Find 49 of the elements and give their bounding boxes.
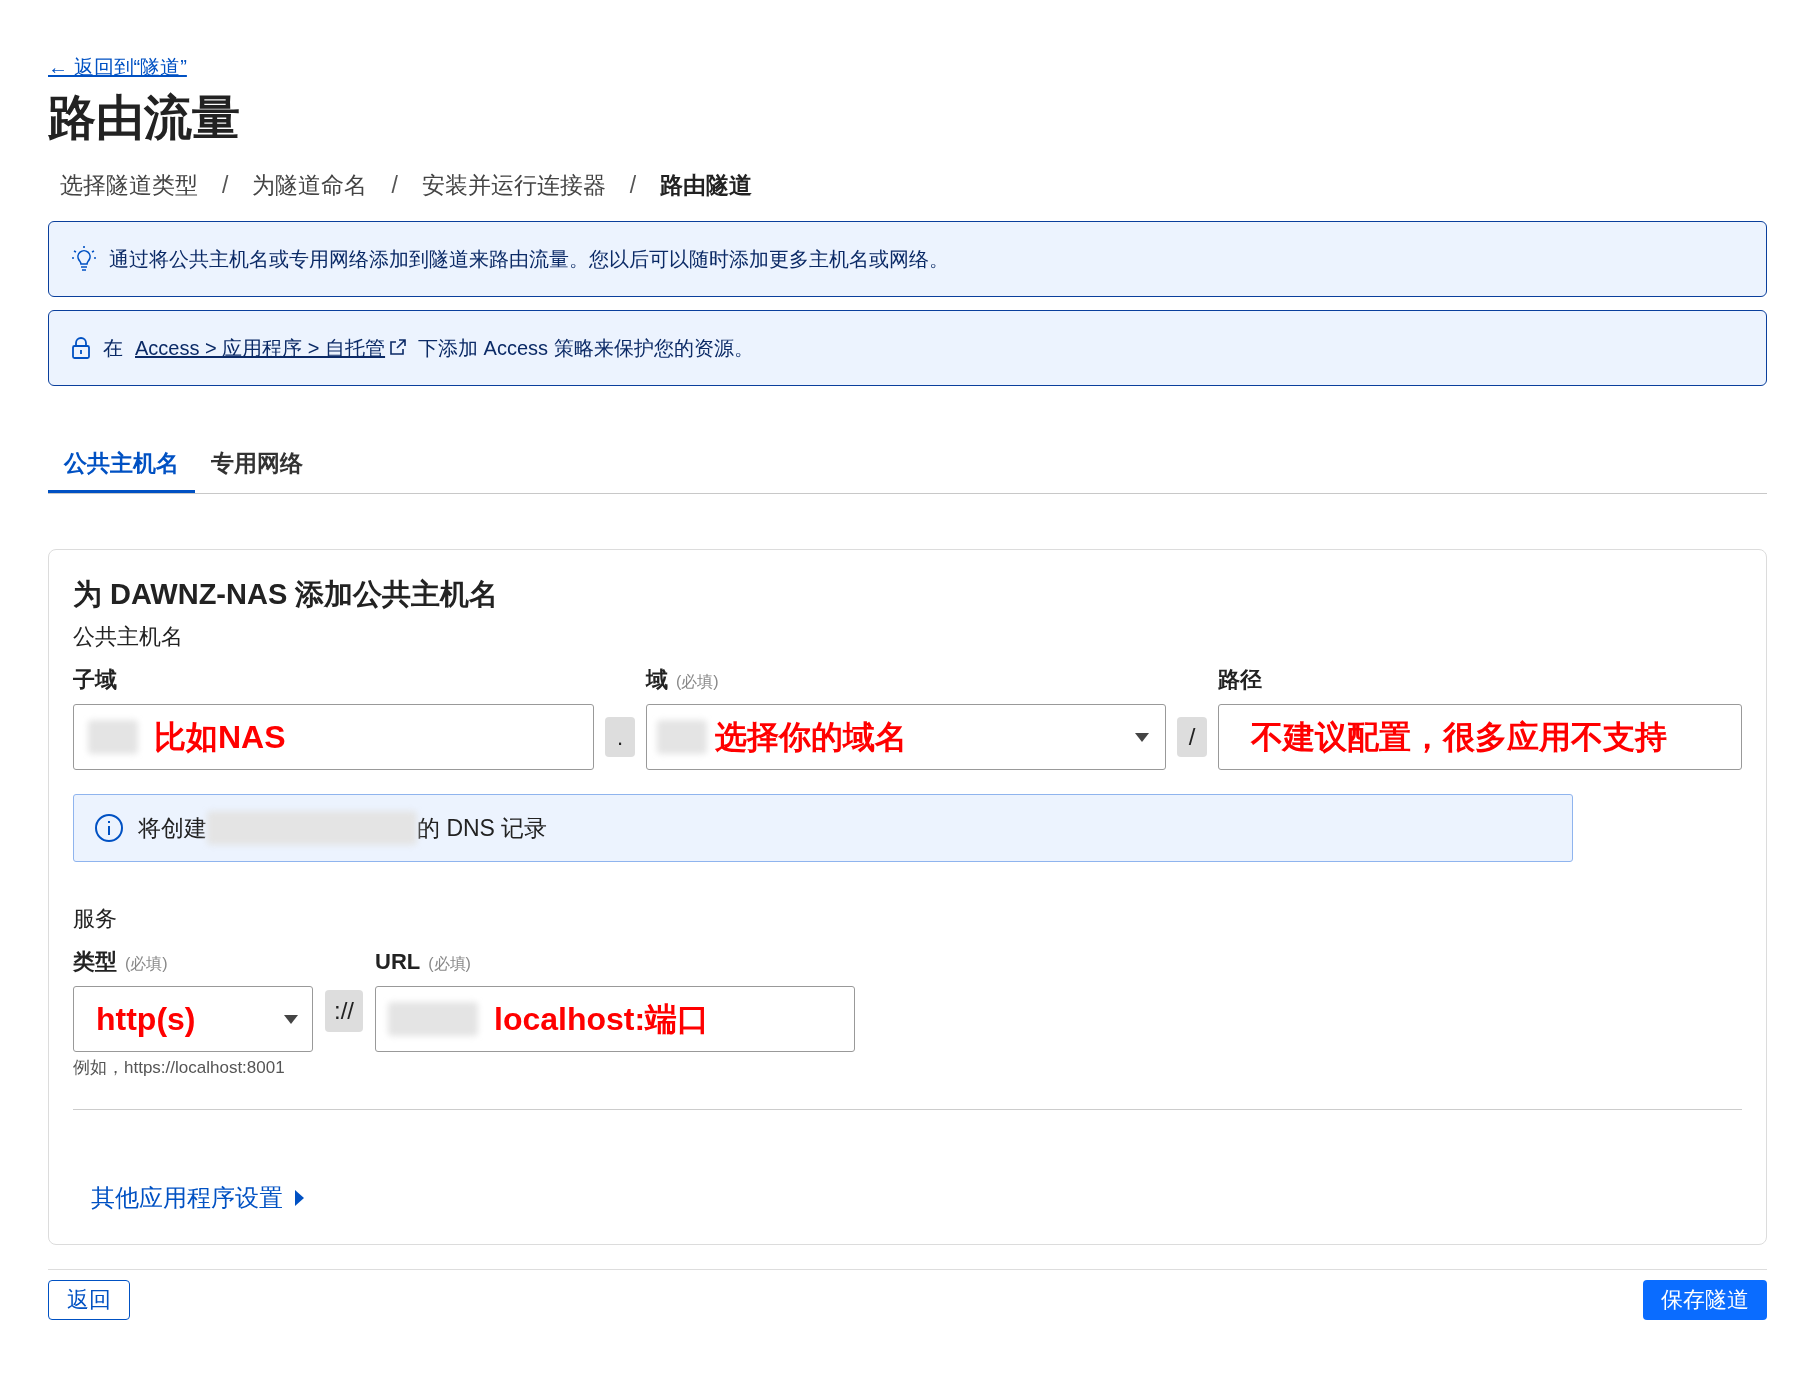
required-note: (必填) — [676, 672, 719, 692]
field-label: 域 — [646, 666, 668, 694]
caret-icon — [295, 1189, 304, 1206]
separator-chip: . — [605, 717, 635, 757]
path-field[interactable]: 不建议配置，很多应用不支持 — [1218, 704, 1742, 770]
domain-select[interactable]: 选择你的域名 — [646, 704, 1166, 770]
required-note: (必填) — [428, 954, 471, 974]
step-separator: / — [629, 171, 637, 200]
url-field[interactable]: localhost:端口 — [375, 986, 855, 1052]
field-label: URL — [375, 948, 421, 976]
step-label: 选择隧道类型 — [60, 171, 198, 200]
field-label: 子域 — [73, 666, 117, 694]
hint-text: 例如，https://localhost:8001 — [73, 1057, 286, 1079]
step-label: 为隧道命名 — [252, 171, 368, 200]
section-label: 服务 — [73, 905, 118, 933]
tab[interactable]: 专用网络 — [195, 445, 319, 493]
separator-chip: / — [1177, 717, 1207, 757]
required-note: (必填) — [125, 954, 168, 974]
type-select[interactable]: http(s) — [73, 986, 313, 1052]
caret-icon — [284, 1014, 298, 1024]
lock-icon — [71, 335, 91, 360]
step-label: 安装并运行连接器 — [421, 171, 606, 200]
external-link-icon — [389, 339, 407, 356]
lightbulb-icon — [71, 244, 97, 273]
back-button[interactable]: 返回 — [48, 1279, 130, 1320]
dns-text: 的 DNS 记录 — [417, 813, 548, 843]
step-separator: / — [222, 171, 229, 200]
subdomain-field[interactable]: 比如NAS — [73, 704, 594, 770]
caret-icon — [1135, 732, 1149, 742]
separator-chip: :// — [325, 990, 363, 1032]
banner-text: 在 — [103, 335, 123, 361]
info-icon — [94, 813, 124, 843]
access-link[interactable]: Access > 应用程序 > 自托管 — [135, 332, 386, 363]
back-link[interactable]: ← 返回到“隧道” — [48, 56, 187, 78]
save-button[interactable]: 保存隧道 — [1643, 1279, 1767, 1320]
field-label: 路径 — [1218, 666, 1262, 694]
dns-text: 将创建 — [138, 813, 207, 843]
page-title: 路由流量 — [48, 90, 241, 146]
step-separator: / — [391, 171, 398, 200]
banner-text: 下添加 Access 策略来保护您的资源。 — [418, 335, 754, 361]
card-title: 为 DAWNZ-NAS 添加公共主机名 — [73, 577, 500, 612]
field-label: 类型 — [73, 948, 117, 976]
more-settings-toggle[interactable]: 其他应用程序设置 — [91, 1179, 304, 1216]
banner-text: 通过将公共主机名或专用网络添加到隧道来路由流量。您以后可以随时添加更多主机名或网络。 — [109, 246, 949, 272]
blurred-area — [88, 720, 138, 754]
tab[interactable]: 公共主机名 — [48, 445, 195, 493]
blurred-area — [657, 720, 707, 754]
section-label: 公共主机名 — [73, 623, 184, 651]
step-label: 路由隧道 — [660, 171, 753, 200]
